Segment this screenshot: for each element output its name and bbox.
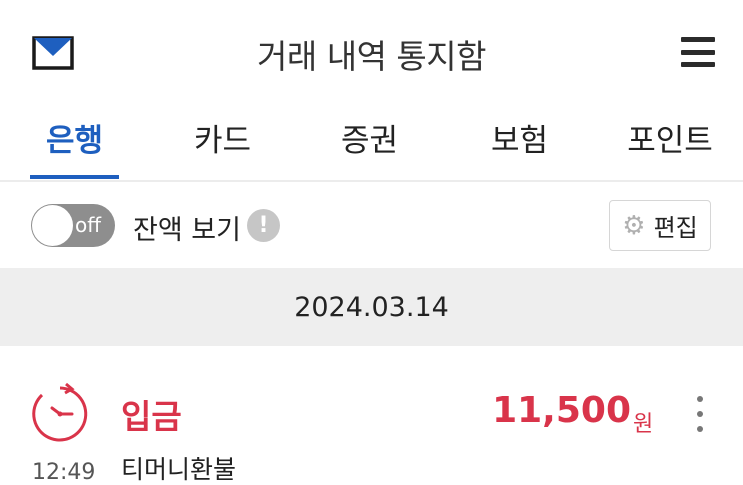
tab-card[interactable]: 카드 (178, 115, 267, 180)
transaction-row[interactable]: 12:49 입금 티머니환불 11,500 원 (0, 346, 743, 485)
edit-button-label: 편집 (653, 214, 698, 242)
active-tab-indicator (30, 175, 119, 179)
info-icon[interactable]: ! (247, 209, 280, 242)
toggle-state-label: off (75, 213, 102, 237)
transaction-time: 12:49 (32, 460, 96, 485)
tab-insurance[interactable]: 보험 (475, 115, 564, 180)
toolbar: off 잔액 보기 ! ⚙ 편집 (0, 184, 743, 268)
edit-button[interactable]: ⚙ 편집 (609, 200, 711, 251)
balance-toggle[interactable]: off (31, 204, 115, 247)
more-options-icon[interactable] (693, 396, 707, 432)
currency-unit: 원 (633, 412, 654, 437)
hamburger-menu-icon[interactable] (681, 37, 715, 67)
app-header: 거래 내역 통지함 (0, 0, 743, 100)
toggle-knob (32, 205, 73, 246)
gear-icon: ⚙ (622, 210, 646, 241)
page-title: 거래 내역 통지함 (257, 37, 487, 76)
transaction-type: 입금 (121, 397, 182, 436)
tab-points[interactable]: 포인트 (615, 115, 725, 180)
clock-icon (32, 382, 88, 442)
transaction-amount: 11,500 (492, 390, 631, 431)
balance-view-label: 잔액 보기 (133, 215, 241, 246)
tab-securities[interactable]: 증권 (325, 115, 414, 180)
category-tabs: 은행 카드 증권 보험 포인트 (0, 100, 743, 182)
transaction-description: 티머니환불 (121, 455, 237, 484)
date-group-header: 2024.03.14 (0, 268, 743, 346)
tab-bank[interactable]: 은행 (30, 115, 119, 180)
